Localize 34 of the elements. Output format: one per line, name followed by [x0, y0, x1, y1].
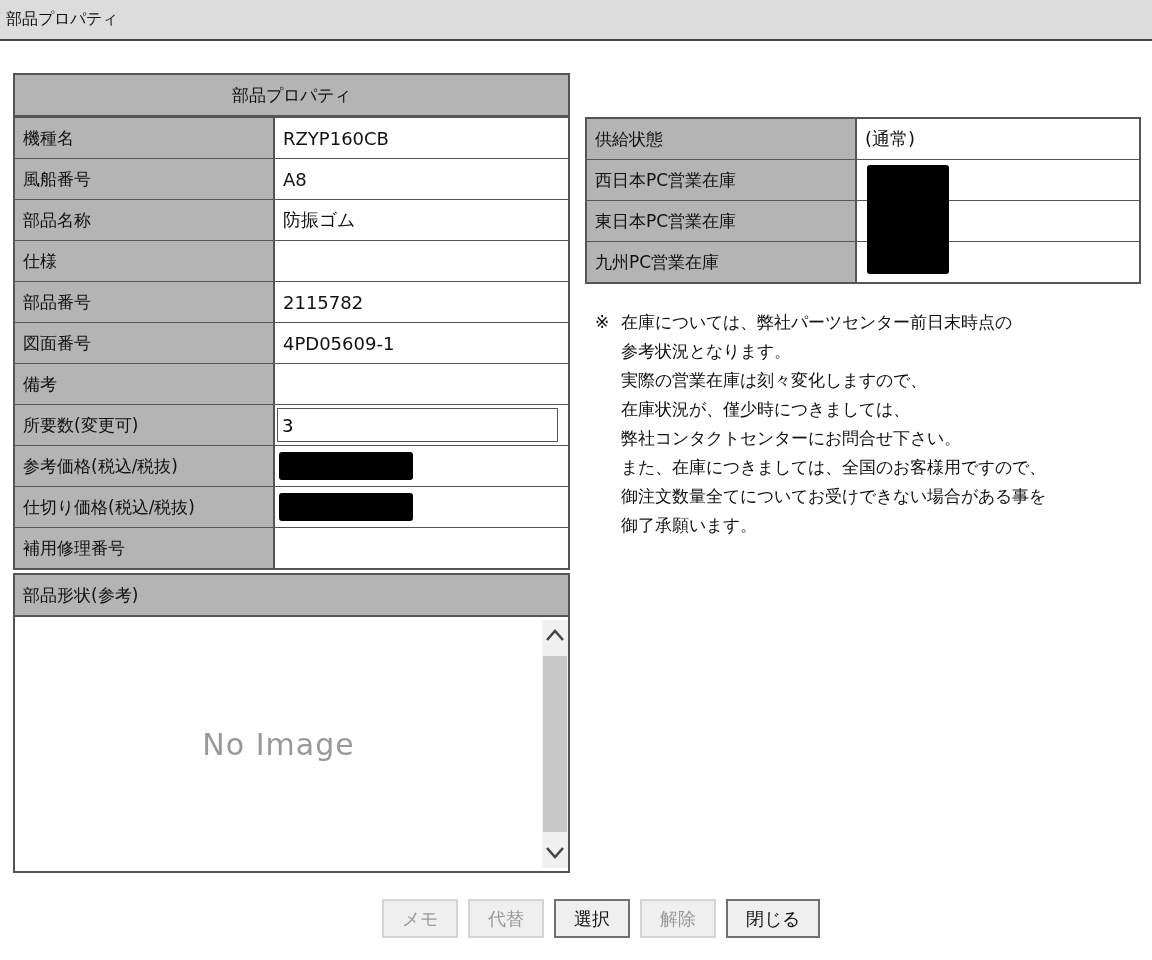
quantity-input[interactable]: 3: [277, 408, 558, 442]
chevron-down-icon[interactable]: [545, 846, 565, 860]
note-text: 在庫状況が、僅少時につきましては、: [621, 398, 911, 421]
no-image-text: No Image: [202, 726, 355, 762]
row-label: 九州PC営業在庫: [587, 242, 857, 282]
row-label: 東日本PC営業在庫: [587, 201, 857, 241]
table-header: 部品プロパティ: [15, 75, 568, 117]
chevron-up-icon[interactable]: [545, 628, 565, 642]
row-label: 図面番号: [15, 323, 275, 363]
row-label: 部品番号: [15, 282, 275, 322]
action-button[interactable]: 選択: [554, 899, 630, 938]
note-mark: ※: [595, 311, 611, 334]
note-text: 在庫については、弊社パーツセンター前日末時点の: [621, 311, 1013, 334]
scrollbar[interactable]: [542, 620, 568, 868]
row-label: 備考: [15, 364, 275, 404]
row-label: 供給状態: [587, 119, 857, 159]
row-label: 西日本PC営業在庫: [587, 160, 857, 200]
row-label: 風船番号: [15, 159, 275, 199]
action-button[interactable]: 閉じる: [726, 899, 820, 938]
row-label: 部品名称: [15, 200, 275, 240]
row-label: 補用修理番号: [15, 528, 275, 568]
row-label: 機種名: [15, 118, 275, 158]
note-text: 実際の営業在庫は刻々変化しますので、: [621, 369, 928, 392]
note-text: また、在庫につきましては、全国のお客様用ですので、: [621, 456, 1047, 479]
note-text: 弊社コンタクトセンターにお問合せ下さい。: [621, 427, 962, 450]
note-text: 御注文数量全てについてお受けできない場合がある事を: [621, 485, 1047, 508]
row-label: 仕切り価格(税込/税抜): [15, 487, 275, 527]
note-text: 御了承願います。: [621, 514, 758, 537]
panel-header: 部品形状(参考): [15, 575, 568, 617]
window-title: 部品プロパティ: [0, 0, 1152, 41]
note-text: 参考状況となります。: [621, 340, 792, 363]
row-label: 参考価格(税込/税抜): [15, 446, 275, 486]
row-label: 所要数(変更可): [15, 405, 275, 445]
row-label: 仕様: [15, 241, 275, 281]
